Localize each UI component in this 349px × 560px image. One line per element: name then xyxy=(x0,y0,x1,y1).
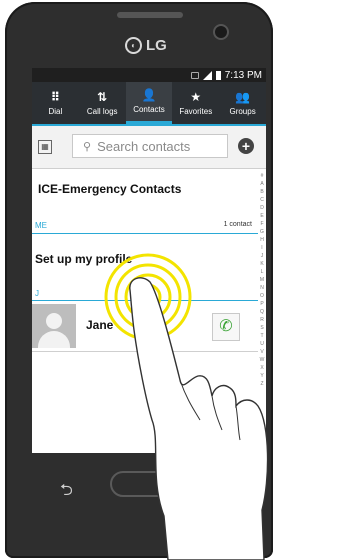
alphabet-letter[interactable]: C xyxy=(260,196,264,204)
alphabet-letter[interactable]: P xyxy=(260,300,263,308)
alphabet-letter[interactable]: D xyxy=(260,204,264,212)
ice-contacts-item[interactable]: ICE-Emergency Contacts xyxy=(38,182,181,196)
alphabet-index[interactable]: # A B C D E F G H I J K L M N O P Q R S T U V W X Y Z xyxy=(258,168,266,453)
alphabet-letter[interactable]: L xyxy=(261,268,264,276)
avatar xyxy=(32,304,76,348)
alphabet-letter[interactable]: X xyxy=(260,364,263,372)
status-bar: 7:13 PM xyxy=(32,68,266,82)
call-button[interactable]: ✆ xyxy=(212,313,240,341)
battery-icon xyxy=(215,70,221,80)
search-row: ▦ ⚲ Search contacts + xyxy=(32,126,266,169)
brand-text: LG xyxy=(146,37,167,54)
front-camera xyxy=(215,26,227,38)
contact-name: Jane xyxy=(86,318,114,332)
groups-icon: 👥 xyxy=(235,89,251,104)
alphabet-letter[interactable]: # xyxy=(261,172,264,180)
star-icon: ★ xyxy=(190,89,202,104)
tab-label: Call logs xyxy=(86,106,118,116)
section-header-j: J xyxy=(32,286,258,301)
search-placeholder: Search contacts xyxy=(97,138,191,154)
alphabet-letter[interactable]: Q xyxy=(260,308,264,316)
call-logs-icon: ⇅ xyxy=(97,89,108,104)
tab-label: Contacts xyxy=(133,105,165,114)
phone-body: ◐ LG 7:13 PM ⠿ Dial ⇅ Call logs 👤 Contac… xyxy=(5,2,273,558)
alphabet-letter[interactable]: A xyxy=(260,180,263,188)
grid-view-icon[interactable]: ▦ xyxy=(38,140,52,154)
alphabet-letter[interactable]: O xyxy=(260,292,264,300)
alphabet-letter[interactable]: W xyxy=(260,356,265,364)
home-key[interactable] xyxy=(110,471,180,497)
tab-call-logs[interactable]: ⇅ Call logs xyxy=(79,82,126,124)
alphabet-letter[interactable]: S xyxy=(260,324,263,332)
section-letter: ME xyxy=(35,221,47,230)
section-header-me: ME 1 contact xyxy=(32,215,258,234)
search-input[interactable]: ⚲ Search contacts xyxy=(72,134,228,158)
avatar-head xyxy=(46,313,62,329)
contact-row-jane[interactable]: Jane ✆ xyxy=(32,301,258,352)
tab-dial[interactable]: ⠿ Dial xyxy=(32,82,79,124)
alphabet-letter[interactable]: V xyxy=(260,348,263,356)
tab-label: Groups xyxy=(229,106,256,116)
alphabet-letter[interactable]: Y xyxy=(260,372,263,380)
alphabet-letter[interactable]: B xyxy=(260,188,263,196)
back-key-icon[interactable]: ⮌ xyxy=(60,479,73,506)
alphabet-letter[interactable]: I xyxy=(261,244,262,252)
hardware-keys: ⮌ xyxy=(5,453,273,558)
lg-logo-icon: ◐ xyxy=(125,37,142,54)
alphabet-letter[interactable]: G xyxy=(260,228,264,236)
dialpad-icon: ⠿ xyxy=(50,89,61,104)
nfc-icon xyxy=(190,71,199,79)
avatar-body xyxy=(38,331,70,348)
alphabet-letter[interactable]: U xyxy=(260,340,264,348)
tab-groups[interactable]: 👥 Groups xyxy=(219,82,266,124)
alphabet-letter[interactable]: N xyxy=(260,284,264,292)
alphabet-letter[interactable]: M xyxy=(260,276,264,284)
section-letter: J xyxy=(35,289,39,298)
alphabet-letter[interactable]: K xyxy=(260,260,263,268)
alphabet-letter[interactable]: H xyxy=(260,236,264,244)
alphabet-letter[interactable]: Z xyxy=(260,380,263,388)
earpiece-speaker xyxy=(117,12,183,18)
tab-bar: ⠿ Dial ⇅ Call logs 👤 Contacts ★ Favorite… xyxy=(32,82,266,126)
brand-logo: ◐ LG xyxy=(125,37,167,54)
alphabet-letter[interactable]: T xyxy=(260,332,263,340)
alphabet-letter[interactable]: E xyxy=(260,212,263,220)
alphabet-letter[interactable]: R xyxy=(260,316,264,324)
add-contact-button[interactable]: + xyxy=(238,138,254,154)
status-time: 7:13 PM xyxy=(224,69,262,81)
phone-icon: ✆ xyxy=(219,318,233,335)
contact-count: 1 contact xyxy=(223,221,252,228)
signal-icon xyxy=(202,70,212,80)
tab-label: Dial xyxy=(48,106,63,116)
tab-label: Favorites xyxy=(179,106,213,116)
setup-profile-item[interactable]: Set up my profile xyxy=(35,252,132,266)
phone-screen: 7:13 PM ⠿ Dial ⇅ Call logs 👤 Contacts ★ … xyxy=(32,68,266,453)
tab-contacts[interactable]: 👤 Contacts xyxy=(125,82,173,124)
tab-favorites[interactable]: ★ Favorites xyxy=(172,82,219,124)
contacts-icon: 👤 xyxy=(141,88,157,102)
search-icon: ⚲ xyxy=(83,140,92,153)
alphabet-letter[interactable]: J xyxy=(261,252,264,260)
alphabet-letter[interactable]: F xyxy=(260,220,263,228)
